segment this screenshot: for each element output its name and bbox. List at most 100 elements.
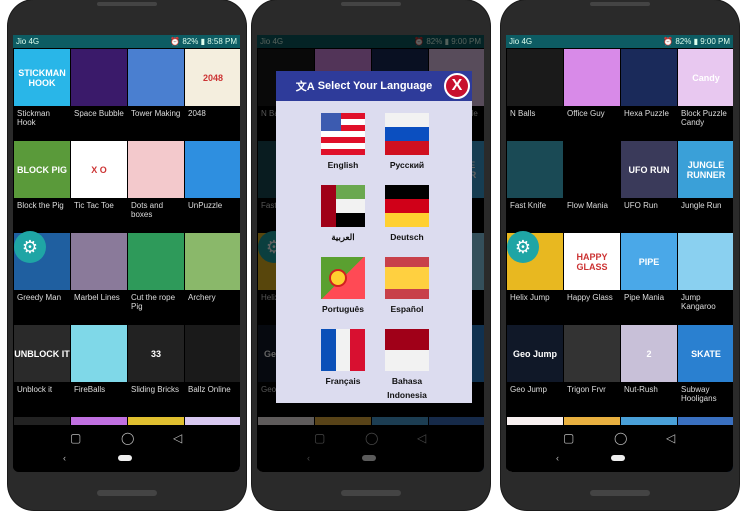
game-thumbnail[interactable]: Candy [678, 49, 733, 106]
game-tile[interactable]: 2 Nut-Rush [621, 325, 677, 416]
game-label: Office Guy [567, 109, 605, 118]
game-thumbnail[interactable]: 33 [128, 325, 184, 382]
game-thumbnail[interactable]: HAPPY GLASS [564, 233, 620, 290]
game-thumbnail[interactable]: JUNGLE RUNNER [678, 141, 733, 198]
settings-button[interactable]: ⚙ [507, 231, 539, 263]
back-button[interactable]: ◁ [173, 431, 182, 445]
game-tile[interactable]: PIPE Pipe Mania [621, 233, 677, 324]
game-tile[interactable]: SKATE Subway Hooligans [678, 325, 733, 416]
close-button[interactable]: X [444, 73, 470, 99]
game-tile[interactable]: JUNGLE RUNNER Jungle Run [678, 141, 733, 232]
game-tile[interactable]: Cut the rope Pig [128, 233, 184, 324]
game-tile[interactable]: Office Guy [564, 49, 620, 140]
chevron-left-icon[interactable]: ‹ [63, 453, 66, 463]
chevron-left-icon[interactable]: ‹ [556, 453, 559, 463]
flag-de-icon [385, 185, 429, 227]
game-tile[interactable]: Tower Making [128, 49, 184, 140]
game-thumbnail[interactable] [71, 49, 127, 106]
language-option[interactable]: Français [313, 329, 373, 388]
speaker [341, 2, 401, 6]
language-option[interactable]: العربية [313, 185, 373, 244]
recents-button[interactable]: ▢ [563, 431, 574, 445]
game-thumbnail[interactable]: Geo Jump [507, 325, 563, 382]
speaker [590, 2, 650, 6]
game-tile[interactable]: Dots and boxes [128, 141, 184, 232]
game-tile[interactable]: Flow Mania [564, 141, 620, 232]
game-tile[interactable]: HAPPY GLASS Happy Glass [564, 233, 620, 324]
game-thumbnail[interactable] [185, 141, 240, 198]
game-thumbnail[interactable] [564, 141, 620, 198]
game-tile[interactable]: Space Bubble [71, 49, 127, 140]
game-tile[interactable]: Marbel Lines [71, 233, 127, 324]
language-option[interactable]: English [313, 113, 373, 172]
translate-icon: 文A [295, 81, 315, 93]
game-label: Block the Pig [17, 201, 64, 210]
game-tile[interactable]: UFO RUN UFO Run [621, 141, 677, 232]
game-thumbnail[interactable] [185, 325, 240, 382]
game-thumbnail[interactable] [128, 233, 184, 290]
game-tile[interactable]: N Balls [507, 49, 563, 140]
game-thumbnail[interactable]: 2 [621, 325, 677, 382]
close-icon: X [451, 77, 463, 94]
game-label: UFO Run [624, 201, 658, 210]
game-tile[interactable]: UNBLOCK IT Unblock it [14, 325, 70, 416]
game-thumbnail[interactable] [564, 49, 620, 106]
game-tile[interactable]: Archery [185, 233, 240, 324]
game-thumbnail[interactable]: UFO RUN [621, 141, 677, 198]
game-tile[interactable]: Candy Block Puzzle Candy [678, 49, 733, 140]
home-button[interactable]: ◯ [614, 431, 627, 445]
game-tile[interactable]: Jump Kangaroo [678, 233, 733, 324]
game-thumbnail[interactable]: X O [71, 141, 127, 198]
game-tile[interactable]: X O Tic Tac Toe [71, 141, 127, 232]
game-thumbnail[interactable]: UNBLOCK IT [14, 325, 70, 382]
language-name: English [327, 160, 359, 170]
game-tile[interactable]: Hexa Puzzle [621, 49, 677, 140]
game-thumbnail[interactable]: SKATE [678, 325, 733, 382]
game-tile[interactable]: Fast Knife [507, 141, 563, 232]
game-tile[interactable]: FireBalls [71, 325, 127, 416]
status-bar: Jio 4G ⏰ 82% ▮ 9:00 PM [506, 35, 733, 48]
game-label: Jungle Run [681, 201, 722, 210]
game-label: Fast Knife [510, 201, 547, 210]
game-tile[interactable]: 2048 2048 [185, 49, 240, 140]
flag-fr-icon [321, 329, 365, 371]
chin [341, 490, 401, 496]
flag-pt-icon [321, 257, 365, 299]
game-tile[interactable]: BLOCK PIG Block the Pig [14, 141, 70, 232]
recents-button[interactable]: ▢ [70, 431, 81, 445]
game-label: Hexa Puzzle [624, 109, 669, 118]
game-thumbnail[interactable] [507, 49, 563, 106]
game-thumbnail[interactable]: PIPE [621, 233, 677, 290]
language-option[interactable]: Русский [377, 113, 437, 172]
game-label: Space Bubble [74, 109, 124, 118]
game-thumbnail[interactable] [621, 49, 677, 106]
game-thumbnail[interactable] [678, 233, 733, 290]
game-tile[interactable]: Geo Jump Geo Jump [507, 325, 563, 416]
game-thumbnail[interactable] [71, 233, 127, 290]
language-option[interactable]: Português [313, 257, 373, 316]
game-thumbnail[interactable] [128, 49, 184, 106]
game-tile[interactable]: UnPuzzle [185, 141, 240, 232]
game-tile[interactable]: Ballz Online [185, 325, 240, 416]
game-tile[interactable]: STICKMAN HOOK Stickman Hook [14, 49, 70, 140]
settings-button[interactable]: ⚙ [14, 231, 46, 263]
game-thumbnail[interactable]: STICKMAN HOOK [14, 49, 70, 106]
language-option[interactable]: Español [377, 257, 437, 316]
game-tile[interactable]: 33 Sliding Bricks [128, 325, 184, 416]
language-option[interactable]: Bahasa Indonesia [377, 329, 437, 402]
language-name: Français [325, 376, 361, 386]
game-thumbnail[interactable] [564, 325, 620, 382]
game-thumbnail[interactable] [71, 325, 127, 382]
home-pill[interactable] [611, 455, 625, 461]
language-name: Español [390, 304, 424, 314]
home-button[interactable]: ◯ [121, 431, 134, 445]
game-thumbnail[interactable] [185, 233, 240, 290]
game-thumbnail[interactable]: 2048 [185, 49, 240, 106]
game-thumbnail[interactable] [128, 141, 184, 198]
game-thumbnail[interactable]: BLOCK PIG [14, 141, 70, 198]
home-pill[interactable] [118, 455, 132, 461]
back-button[interactable]: ◁ [666, 431, 675, 445]
game-tile[interactable]: Trigon Frvr [564, 325, 620, 416]
language-option[interactable]: Deutsch [377, 185, 437, 244]
game-thumbnail[interactable] [507, 141, 563, 198]
